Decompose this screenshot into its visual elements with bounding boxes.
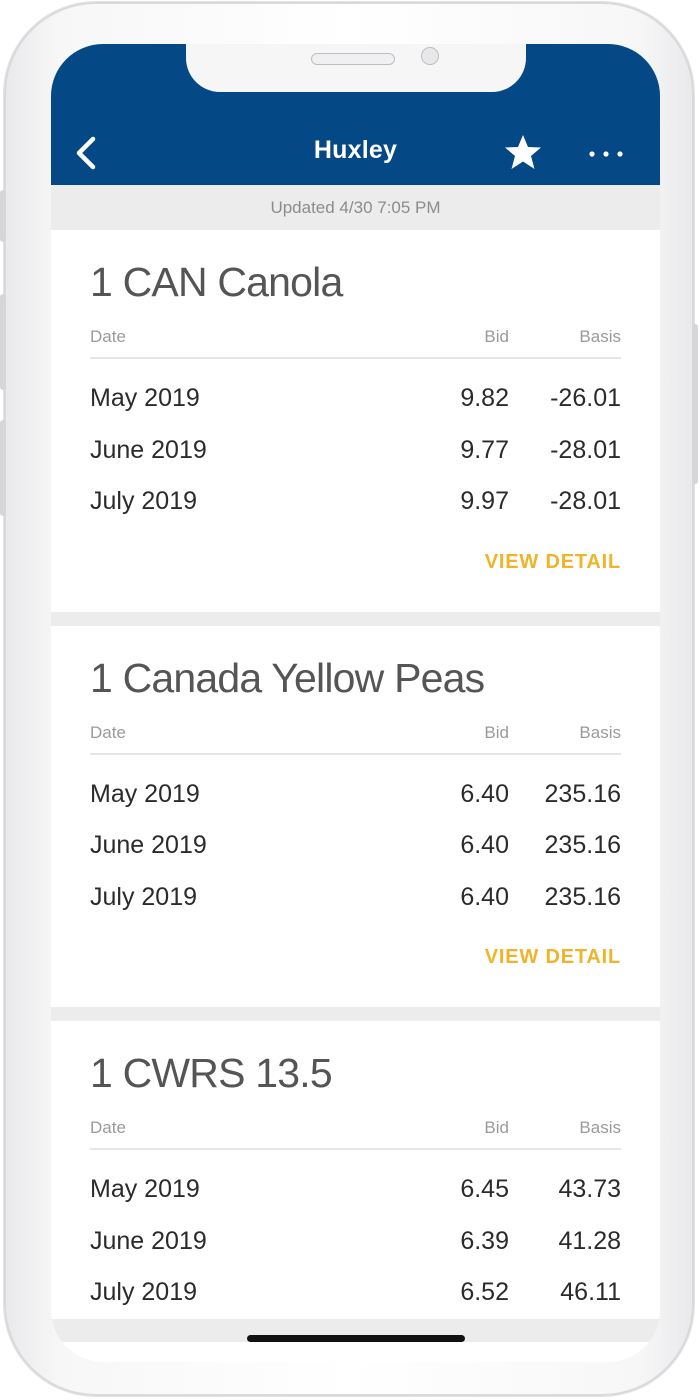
home-indicator[interactable] — [247, 1335, 465, 1342]
table-row: May 2019 9.82 -26.01 — [90, 373, 621, 425]
row-bid: 9.82 — [460, 384, 509, 412]
date-column-header: Date — [90, 722, 126, 742]
commodity-card: 1 CWRS 13.5 Date Bid Basis May 2019 6.45… — [51, 1021, 660, 1319]
date-column-header: Date — [90, 1118, 126, 1137]
row-bid: 6.40 — [460, 831, 509, 859]
basis-column-header: Basis — [579, 1118, 621, 1137]
row-basis: 41.28 — [558, 1226, 621, 1255]
row-bid: 6.39 — [460, 1226, 509, 1255]
table-row: May 2019 6.40 235.16 — [90, 769, 621, 821]
row-date: July 2019 — [90, 882, 198, 911]
phone-frame: Huxley Updated 4/30 7:05 PM 1 CAN Canola — [0, 2, 698, 1396]
table-header: Date Bid Basis — [90, 1110, 621, 1150]
row-date: June 2019 — [90, 435, 207, 464]
bottom-safe-area — [51, 1342, 660, 1362]
last-updated-text: Updated 4/30 7:05 PM — [51, 185, 660, 230]
table-row: July 2019 6.52 46.11 — [90, 1267, 621, 1319]
favorite-button[interactable] — [503, 132, 543, 172]
bid-column-header: Bid — [484, 722, 509, 742]
commodity-name: 1 CWRS 13.5 — [90, 1050, 333, 1096]
row-basis: 43.73 — [558, 1175, 621, 1203]
star-icon — [505, 135, 541, 169]
commodity-list: 1 CAN Canola Date Bid Basis May 2019 9.8… — [51, 230, 660, 1319]
commodity-card: 1 Canada Yellow Peas Date Bid Basis May … — [51, 625, 660, 1007]
speaker-grille — [311, 53, 395, 65]
row-basis: -26.01 — [550, 384, 621, 412]
card-divider — [51, 611, 660, 626]
volume-down-button — [0, 420, 6, 516]
table-header: Date Bid Basis — [90, 715, 621, 755]
row-basis: 235.16 — [544, 882, 621, 911]
more-options-button[interactable] — [586, 132, 626, 172]
row-date: June 2019 — [90, 1226, 207, 1255]
row-bid: 6.40 — [460, 882, 509, 911]
bid-column-header: Bid — [484, 1118, 509, 1137]
card-divider — [51, 1007, 660, 1021]
table-row: June 2019 6.39 41.28 — [90, 1216, 621, 1268]
row-basis: -28.01 — [550, 435, 621, 464]
row-basis: 46.11 — [560, 1278, 621, 1306]
commodity-name: 1 CAN Canola — [90, 259, 343, 305]
row-date: June 2019 — [90, 831, 207, 859]
row-date: May 2019 — [90, 779, 200, 808]
table-row: May 2019 6.45 43.73 — [90, 1164, 621, 1216]
row-date: July 2019 — [90, 487, 198, 515]
row-basis: -28.01 — [550, 487, 621, 515]
row-bid: 6.52 — [460, 1278, 509, 1306]
table-row: June 2019 9.77 -28.01 — [90, 425, 621, 477]
commodity-name: 1 Canada Yellow Peas — [90, 654, 485, 701]
row-basis: 235.16 — [544, 779, 621, 808]
row-date: July 2019 — [90, 1278, 198, 1306]
row-bid: 9.97 — [460, 487, 509, 515]
basis-column-header: Basis — [579, 327, 621, 346]
row-date: May 2019 — [90, 1175, 200, 1203]
power-button — [692, 324, 698, 484]
screen: Huxley Updated 4/30 7:05 PM 1 CAN Canola — [51, 44, 660, 1362]
notch — [186, 44, 526, 92]
view-detail-button[interactable]: VIEW DETAIL — [90, 923, 621, 1007]
table-row: June 2019 6.40 235.16 — [90, 820, 621, 872]
page-title: Huxley — [313, 136, 398, 164]
volume-up-button — [0, 294, 6, 390]
view-detail-button[interactable]: VIEW DETAIL — [90, 528, 621, 612]
table-row: July 2019 6.40 235.16 — [90, 872, 621, 924]
bid-column-header: Bid — [484, 327, 509, 346]
row-bid: 9.77 — [460, 435, 509, 464]
date-column-header: Date — [90, 327, 126, 346]
more-horizontal-icon — [589, 151, 623, 157]
row-date: May 2019 — [90, 384, 200, 412]
table-row: July 2019 9.97 -28.01 — [90, 476, 621, 528]
table-header: Date Bid Basis — [90, 319, 621, 359]
mute-switch — [0, 190, 6, 242]
row-basis: 235.16 — [544, 831, 621, 859]
row-bid: 6.40 — [460, 779, 509, 808]
row-bid: 6.45 — [460, 1175, 509, 1203]
commodity-card: 1 CAN Canola Date Bid Basis May 2019 9.8… — [51, 230, 660, 612]
basis-column-header: Basis — [579, 722, 621, 742]
front-camera — [421, 47, 439, 65]
